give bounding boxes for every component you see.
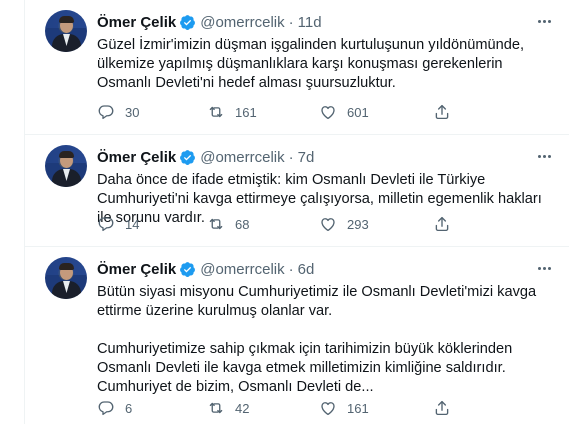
- author-handle[interactable]: @omerrcelik: [200, 261, 284, 278]
- author-name[interactable]: Ömer Çelik: [97, 261, 176, 278]
- author-name[interactable]: Ömer Çelik: [97, 14, 176, 31]
- reply-icon: [98, 217, 114, 232]
- like-button[interactable]: 161: [319, 399, 369, 417]
- reply-button[interactable]: 6: [97, 399, 132, 417]
- more-icon[interactable]: [534, 259, 554, 277]
- reply-icon: [98, 105, 114, 120]
- more-icon[interactable]: [534, 147, 554, 165]
- tweet-header: Ömer Çelik @omerrcelik · 7d: [97, 148, 315, 166]
- share-icon: [435, 104, 449, 120]
- tweet-text: Güzel İzmir'imizin düşman işgalinden kur…: [97, 37, 529, 91]
- avatar[interactable]: [45, 10, 87, 52]
- reply-icon: [98, 401, 114, 416]
- share-button[interactable]: [433, 103, 451, 121]
- verified-badge-icon: [180, 261, 196, 277]
- share-button[interactable]: [433, 215, 451, 233]
- reply-button[interactable]: 14: [97, 215, 139, 233]
- tweet-timestamp[interactable]: 6d: [298, 261, 315, 278]
- tweet[interactable]: Ömer Çelik @omerrcelik · 11d Güzel İzmir…: [25, 0, 569, 135]
- retweet-count: 68: [235, 216, 250, 232]
- share-icon: [435, 400, 449, 416]
- author-name[interactable]: Ömer Çelik: [97, 149, 176, 166]
- tweet[interactable]: Ömer Çelik @omerrcelik · 7d Daha önce de…: [25, 135, 569, 247]
- tweet-feed: Ömer Çelik @omerrcelik · 11d Güzel İzmir…: [24, 0, 569, 424]
- like-count: 293: [347, 216, 369, 232]
- retweet-icon: [209, 402, 223, 414]
- reply-count: 14: [125, 216, 140, 232]
- share-icon: [435, 216, 449, 232]
- tweet-text: Bütün siyasi misyonu Cumhuriyetimiz ile …: [97, 284, 537, 395]
- author-handle[interactable]: @omerrcelik: [200, 149, 284, 166]
- reply-count: 30: [125, 104, 140, 120]
- retweet-button[interactable]: 161: [207, 103, 257, 121]
- like-icon: [321, 106, 335, 120]
- tweet-header: Ömer Çelik @omerrcelik · 11d: [97, 13, 322, 31]
- tweet-actions: 14 68 293: [97, 215, 549, 235]
- like-button[interactable]: 293: [319, 215, 369, 233]
- retweet-count: 161: [235, 104, 257, 120]
- avatar[interactable]: [45, 257, 87, 299]
- tweet-timestamp[interactable]: 11d: [298, 14, 322, 31]
- share-button[interactable]: [433, 399, 451, 417]
- tweet-actions: 30 161 601: [97, 103, 549, 123]
- avatar[interactable]: [45, 145, 87, 187]
- tweet-timestamp[interactable]: 7d: [298, 149, 315, 166]
- retweet-count: 42: [235, 400, 250, 416]
- verified-badge-icon: [180, 149, 196, 165]
- reply-button[interactable]: 30: [97, 103, 139, 121]
- tweet-header: Ömer Çelik @omerrcelik · 6d: [97, 260, 315, 278]
- like-button[interactable]: 601: [319, 103, 369, 121]
- more-icon[interactable]: [534, 12, 554, 30]
- like-count: 161: [347, 400, 369, 416]
- reply-count: 6: [125, 400, 133, 416]
- retweet-button[interactable]: 68: [207, 215, 249, 233]
- retweet-icon: [209, 106, 223, 118]
- retweet-button[interactable]: 42: [207, 399, 249, 417]
- like-icon: [321, 218, 335, 232]
- tweet-actions: 6 42 161: [97, 399, 549, 419]
- retweet-icon: [209, 218, 223, 230]
- like-count: 601: [347, 104, 369, 120]
- verified-badge-icon: [180, 14, 196, 30]
- author-handle[interactable]: @omerrcelik: [200, 14, 284, 31]
- like-icon: [321, 402, 335, 416]
- tweet[interactable]: Ömer Çelik @omerrcelik · 6d Bütün siyasi…: [25, 247, 569, 424]
